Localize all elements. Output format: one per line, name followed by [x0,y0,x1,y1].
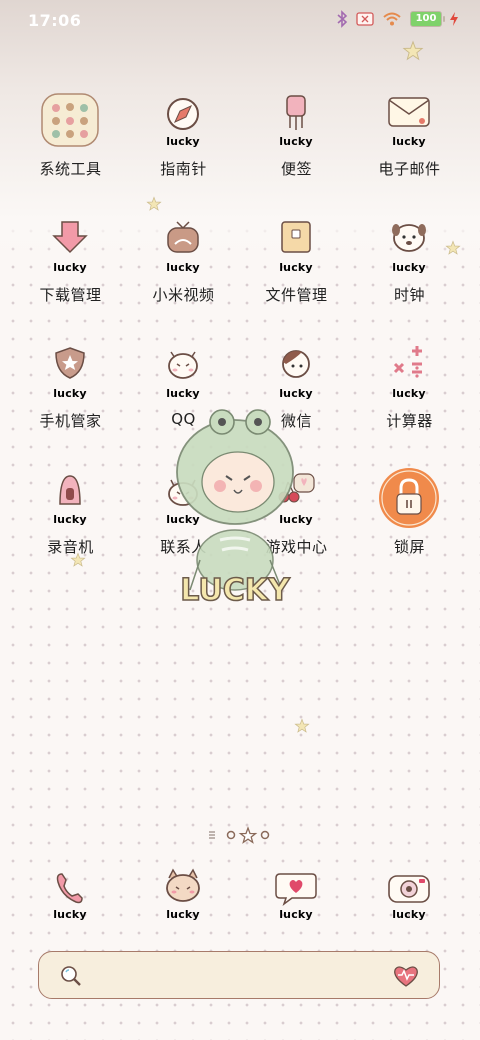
messages-cat-icon: lucky [166,868,200,921]
no-sim-icon [356,12,374,26]
battery-icon: 100 [410,11,445,27]
email-icon: lucky [388,97,430,148]
app-label: 录音机 [47,538,94,556]
bluetooth-icon [337,10,348,28]
lucky-caption: lucky [53,387,87,400]
app-label: 便签 [280,160,312,178]
wechat-face-icon: lucky [279,350,313,400]
app-clock[interactable]: lucky 时钟 [353,208,466,318]
clock-pug-icon: lucky [392,224,426,274]
status-bar: 17:06 100 [0,0,480,42]
status-icons: 100 [336,10,458,28]
lucky-caption: lucky [166,135,200,148]
security-shield-icon: lucky [53,347,87,400]
lucky-caption: lucky [53,513,87,526]
dock-messages[interactable]: lucky [127,862,240,932]
star-decoration [294,718,310,733]
lucky-caption: lucky [392,135,426,148]
app-label: 锁屏 [393,538,425,556]
notes-icon: lucky [279,95,313,148]
heart-icon[interactable] [391,962,421,988]
lucky-caption: lucky [166,908,200,921]
app-lock-screen[interactable]: 锁屏 [353,460,466,570]
app-label: 小米视频 [152,286,215,304]
phone-icon: lucky [53,873,87,921]
calculator-icon: lucky [392,346,426,400]
app-notes[interactable]: lucky 便签 [240,82,353,192]
app-system-tools[interactable]: 系统工具 [14,82,127,192]
dino-mascot-wallpaper: LUCKY [176,409,294,609]
tv-icon: lucky [166,221,200,274]
dock-chat[interactable]: lucky [240,862,353,932]
file-manager-icon: lucky [279,221,313,274]
star-decoration [402,40,424,61]
app-file-manager[interactable]: lucky 文件管理 [240,208,353,318]
dock-phone[interactable]: lucky [14,862,127,932]
app-security[interactable]: lucky 手机管家 [14,334,127,444]
page-indicator[interactable] [205,826,275,844]
system-tools-folder-icon [41,93,99,147]
lucky-caption: lucky [166,387,200,400]
app-label: 计算器 [386,412,433,430]
lucky-caption: lucky [279,261,313,274]
lock-screen-icon [379,468,439,528]
app-download-manager[interactable]: lucky 下载管理 [14,208,127,318]
chat-heart-icon: lucky [275,873,317,921]
camera-icon: lucky [388,875,430,921]
app-label: 电子邮件 [378,160,441,178]
lucky-caption: lucky [279,387,313,400]
lucky-caption: lucky [279,135,313,148]
lucky-caption: lucky [279,908,313,921]
lucky-caption: lucky [166,261,200,274]
mascot-caption: LUCKY [180,573,291,608]
qq-cat-icon: lucky [166,351,200,400]
download-icon: lucky [52,221,88,274]
lucky-caption: lucky [392,387,426,400]
lucky-caption: lucky [53,908,87,921]
app-compass[interactable]: lucky 指南针 [127,82,240,192]
app-calculator[interactable]: lucky 计算器 [353,334,466,444]
app-recorder[interactable]: lucky 录音机 [14,460,127,570]
lucky-caption: lucky [392,261,426,274]
app-label: 指南针 [160,160,207,178]
app-label: 系统工具 [39,160,102,178]
app-label: 文件管理 [265,286,328,304]
dock: lucky lucky lucky lucky [14,862,466,932]
app-label: 下载管理 [39,286,102,304]
magnifier-icon [61,966,81,986]
app-label: 时钟 [393,286,425,304]
app-email[interactable]: lucky 电子邮件 [353,82,466,192]
lucky-caption: lucky [53,261,87,274]
wifi-icon [383,12,401,26]
charging-icon [450,12,458,26]
app-label: 手机管家 [39,412,102,430]
search-bar[interactable] [38,951,440,999]
compass-icon: lucky [166,98,200,148]
recorder-mic-icon: lucky [53,475,87,526]
dock-camera[interactable]: lucky [353,862,466,932]
app-mi-video[interactable]: lucky 小米视频 [127,208,240,318]
lucky-caption: lucky [392,908,426,921]
status-time: 17:06 [28,11,82,30]
